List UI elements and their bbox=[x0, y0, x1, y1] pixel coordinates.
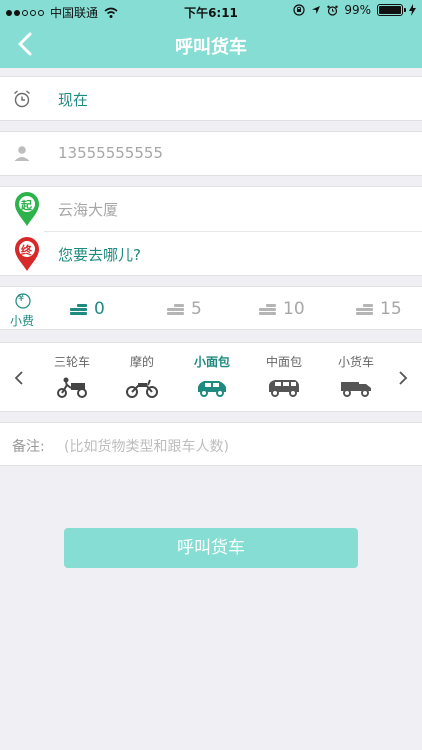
tip-amount: 5 bbox=[191, 299, 202, 319]
tip-label-group: ¥ 小费 bbox=[6, 293, 42, 328]
lock-rotation-icon bbox=[293, 4, 305, 16]
vehicle-label: 小面包 bbox=[193, 355, 230, 369]
tip-option-5[interactable]: 5 bbox=[167, 297, 202, 321]
vehicle-selector: 三轮车 摩的 小面包 中面包 小货车 bbox=[0, 342, 422, 412]
medium-van-icon bbox=[269, 380, 299, 397]
tip-option-0[interactable]: 0 bbox=[70, 297, 105, 321]
call-truck-button[interactable]: 呼叫货车 bbox=[64, 528, 358, 568]
tip-amount: 0 bbox=[94, 299, 105, 319]
vehicle-small-van[interactable]: 小面包 bbox=[182, 353, 242, 405]
tip-amount: 10 bbox=[283, 299, 305, 319]
nav-bar: 呼叫货车 bbox=[0, 22, 422, 66]
alarm-clock-icon bbox=[14, 90, 30, 108]
coins-icon bbox=[70, 304, 87, 315]
person-icon bbox=[14, 146, 30, 161]
yuan-symbol: ¥ bbox=[18, 293, 25, 304]
battery-percent: 99% bbox=[344, 3, 371, 17]
coins-icon bbox=[259, 304, 276, 315]
vehicle-label: 三轮车 bbox=[53, 355, 90, 369]
tip-option-10[interactable]: 10 bbox=[259, 297, 305, 321]
alarm-icon bbox=[327, 5, 339, 16]
small-truck-icon bbox=[341, 382, 371, 397]
vehicle-label: 小货车 bbox=[337, 355, 374, 369]
vehicle-label: 中面包 bbox=[265, 355, 302, 369]
phone-number: 13555555555 bbox=[58, 144, 163, 162]
vehicle-tricycle[interactable]: 三轮车 bbox=[42, 353, 102, 405]
battery-icon bbox=[377, 4, 406, 16]
origin-address: 云海大厦 bbox=[58, 201, 119, 219]
vehicle-label: 摩的 bbox=[129, 355, 154, 369]
tip-option-15[interactable]: 15 bbox=[356, 297, 402, 321]
tip-amount: 15 bbox=[380, 299, 402, 319]
phone-row[interactable]: 13555555555 bbox=[0, 131, 422, 176]
page-title: 呼叫货车 bbox=[175, 37, 247, 58]
status-bar: 中国联通 下午6:11 99% bbox=[0, 0, 422, 22]
motorcycle-icon bbox=[126, 379, 158, 398]
tip-bar: ¥ 小费 0 5 10 15 bbox=[0, 286, 422, 330]
origin-row[interactable]: 起 云海大厦 bbox=[0, 187, 422, 231]
vehicle-motorcycle[interactable]: 摩的 bbox=[112, 353, 172, 405]
end-pin-label: 终 bbox=[21, 244, 32, 257]
note-label: 备注: bbox=[12, 439, 45, 455]
chevron-right-icon[interactable] bbox=[396, 367, 410, 389]
note-row[interactable]: 备注: (比如货物类型和跟车人数) bbox=[0, 422, 422, 466]
charging-icon bbox=[409, 4, 416, 16]
tip-label: 小费 bbox=[10, 314, 35, 328]
note-placeholder: (比如货物类型和跟车人数) bbox=[64, 439, 229, 455]
location-arrow-icon bbox=[312, 6, 321, 14]
tricycle-icon bbox=[57, 377, 87, 398]
vehicle-small-truck[interactable]: 小货车 bbox=[326, 353, 386, 405]
time-row[interactable]: 现在 bbox=[0, 76, 422, 121]
status-right: 99% bbox=[293, 3, 416, 17]
coins-icon bbox=[356, 304, 373, 315]
chevron-left-icon[interactable] bbox=[12, 367, 26, 389]
coins-icon bbox=[167, 304, 184, 315]
header: 中国联通 下午6:11 99% 呼叫货车 bbox=[0, 0, 422, 68]
address-block: 起 云海大厦 终 您要去哪儿? bbox=[0, 186, 422, 276]
start-pin-label: 起 bbox=[21, 199, 32, 212]
vehicle-medium-van[interactable]: 中面包 bbox=[254, 353, 314, 405]
small-van-icon bbox=[198, 381, 226, 397]
destination-address: 您要去哪儿? bbox=[58, 246, 141, 264]
destination-row[interactable]: 终 您要去哪儿? bbox=[0, 232, 422, 277]
time-value: 现在 bbox=[58, 91, 89, 109]
